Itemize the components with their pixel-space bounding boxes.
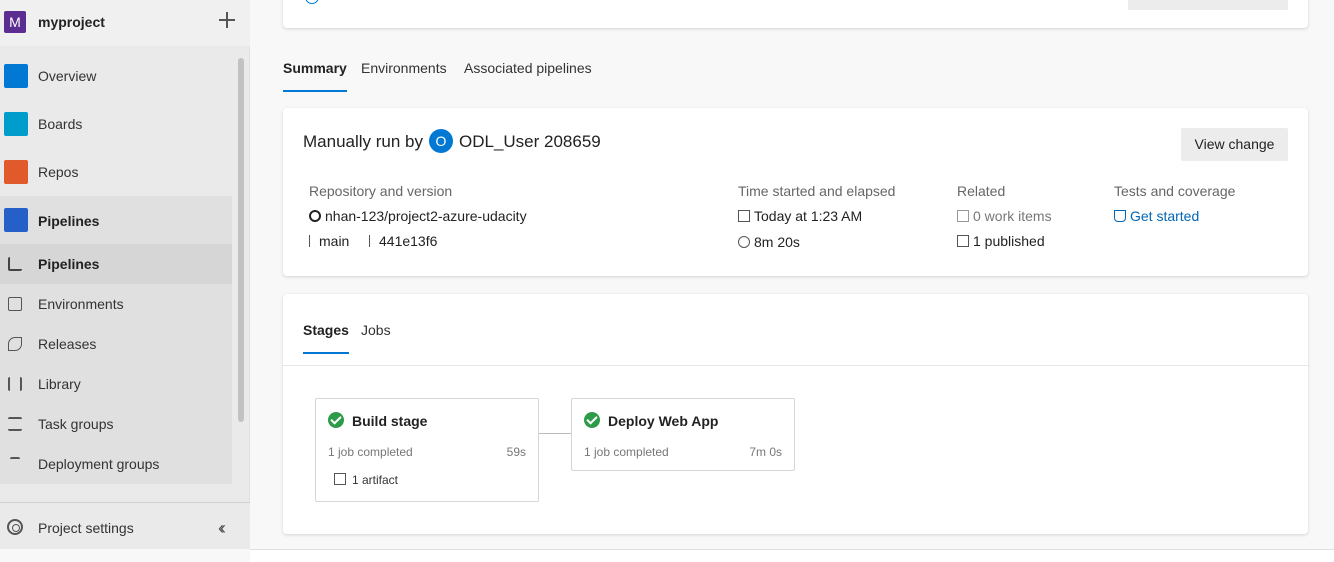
user-name[interactable]: ODL_User 208659 [459, 132, 601, 152]
artifact-icon [957, 235, 969, 247]
sidebar-item-environments[interactable]: Environments [0, 284, 232, 324]
repos-icon [4, 160, 28, 184]
work-items: 0 work items [957, 208, 1052, 224]
sidebar-item-overview[interactable]: Overview [0, 56, 232, 96]
work-items-value: 0 work items [973, 208, 1052, 224]
view-change-button[interactable]: View change [1181, 128, 1288, 161]
published-artifacts[interactable]: 1 published [957, 233, 1045, 249]
run-by-label: Manually run by [303, 132, 424, 151]
related-header: Related [957, 183, 1006, 199]
sidebar-item-pipelines-group[interactable]: Pipelines [0, 196, 232, 244]
sidebar-item-label: Pipelines [38, 213, 100, 229]
retention-banner [283, 0, 1308, 28]
sidebar-item-label: Environments [38, 296, 124, 312]
stage-duration: 59s [506, 445, 526, 459]
elapsed-value: 8m 20s [754, 234, 800, 250]
branch[interactable]: main [309, 233, 349, 249]
project-header: M myproject [0, 0, 250, 46]
sidebar-item-label: Task groups [38, 416, 114, 432]
clock-icon [738, 236, 750, 248]
divider [283, 365, 1308, 366]
tab-associated-pipelines[interactable]: Associated pipelines [464, 60, 592, 92]
avatar: O [429, 129, 453, 153]
success-check-icon [328, 412, 344, 428]
commit-icon [369, 235, 375, 247]
artifact-icon [334, 473, 346, 485]
artifact-label: 1 artifact [352, 473, 399, 487]
stage-duration: 7m 0s [749, 445, 782, 459]
run-summary-card: Manually run by O ODL_User 208659 View c… [283, 108, 1308, 276]
stage-status: 1 job completed [584, 445, 669, 459]
tab-summary[interactable]: Summary [283, 60, 347, 92]
elapsed-time: 8m 20s [738, 234, 800, 250]
library-icon [8, 377, 22, 391]
pipelines-list-icon [8, 257, 22, 271]
sidebar-item-library[interactable]: Library [0, 364, 232, 404]
stage-artifact[interactable]: 1 artifact [334, 473, 399, 487]
environments-icon [8, 297, 22, 311]
calendar-icon [738, 210, 750, 222]
project-settings[interactable]: Project settings ‹‹ [0, 502, 250, 549]
collapse-sidebar-icon[interactable]: ‹‹ [218, 518, 226, 539]
stage-name: Deploy Web App [608, 413, 719, 429]
sidebar-item-pipelines[interactable]: Pipelines [0, 244, 232, 284]
commit-id: 441e13f6 [379, 233, 438, 249]
sidebar-item-task-groups[interactable]: Task groups [0, 404, 232, 444]
sidebar-scrollbar[interactable] [238, 58, 244, 422]
tab-environments[interactable]: Environments [361, 60, 447, 92]
sidebar-item-label: Library [38, 376, 81, 392]
get-started-label: Get started [1130, 208, 1200, 224]
sidebar-item-label: Repos [38, 164, 79, 180]
sidebar-item-label: Releases [38, 336, 97, 352]
stage-status: 1 job completed [328, 445, 413, 459]
published-value: 1 published [973, 233, 1045, 249]
sidebar-item-label: Boards [38, 116, 83, 132]
rocket-icon [8, 337, 22, 351]
success-check-icon [584, 412, 600, 428]
info-icon [305, 0, 319, 4]
pipelines-icon [4, 208, 28, 232]
project-settings-label: Project settings [38, 520, 134, 536]
branch-name: main [319, 233, 350, 249]
project-name[interactable]: myproject [38, 14, 105, 30]
tab-stages[interactable]: Stages [303, 322, 349, 354]
gear-icon [7, 519, 23, 535]
clipboard-icon [957, 210, 969, 222]
sidebar-item-label: Pipelines [38, 256, 100, 272]
sidebar-item-deployment-groups[interactable]: Deployment groups [0, 444, 232, 484]
tests-header: Tests and coverage [1114, 183, 1236, 199]
sidebar-item-label: Overview [38, 68, 97, 84]
project-avatar[interactable]: M [4, 11, 26, 33]
started-time: Today at 1:23 AM [738, 208, 862, 224]
add-icon[interactable] [217, 10, 237, 30]
sidebar-item-releases[interactable]: Releases [0, 324, 232, 364]
time-header: Time started and elapsed [738, 183, 896, 199]
task-groups-icon [8, 417, 22, 431]
bottom-edge [250, 549, 1334, 562]
sidebar-item-boards[interactable]: Boards [0, 104, 232, 144]
get-started-link[interactable]: Get started [1114, 208, 1199, 224]
tab-jobs[interactable]: Jobs [361, 322, 391, 354]
repository-name: nhan-123/project2-azure-udacity [325, 208, 527, 224]
stage-deploy[interactable]: Deploy Web App 1 job completed 7m 0s [571, 398, 795, 471]
repository-header: Repository and version [309, 183, 453, 199]
stage-name: Build stage [352, 413, 428, 429]
repository-link[interactable]: nhan-123/project2-azure-udacity [309, 208, 527, 224]
stage-build[interactable]: Build stage 1 job completed 59s 1 artifa… [315, 398, 539, 502]
started-value: Today at 1:23 AM [754, 208, 863, 224]
sidebar-item-repos[interactable]: Repos [0, 152, 232, 192]
flask-icon [1114, 210, 1126, 222]
github-icon [309, 210, 321, 222]
deployment-groups-icon [10, 457, 20, 471]
left-sidebar: M myproject Overview Boards Repos Pipeli… [0, 0, 250, 549]
stage-connector [539, 433, 571, 434]
sidebar-item-label: Deployment groups [38, 456, 160, 472]
overview-icon [4, 64, 28, 88]
view-retention-leases-button[interactable] [1128, 0, 1288, 10]
branch-icon [309, 235, 315, 247]
boards-icon [4, 112, 28, 136]
commit[interactable]: 441e13f6 [369, 233, 437, 249]
